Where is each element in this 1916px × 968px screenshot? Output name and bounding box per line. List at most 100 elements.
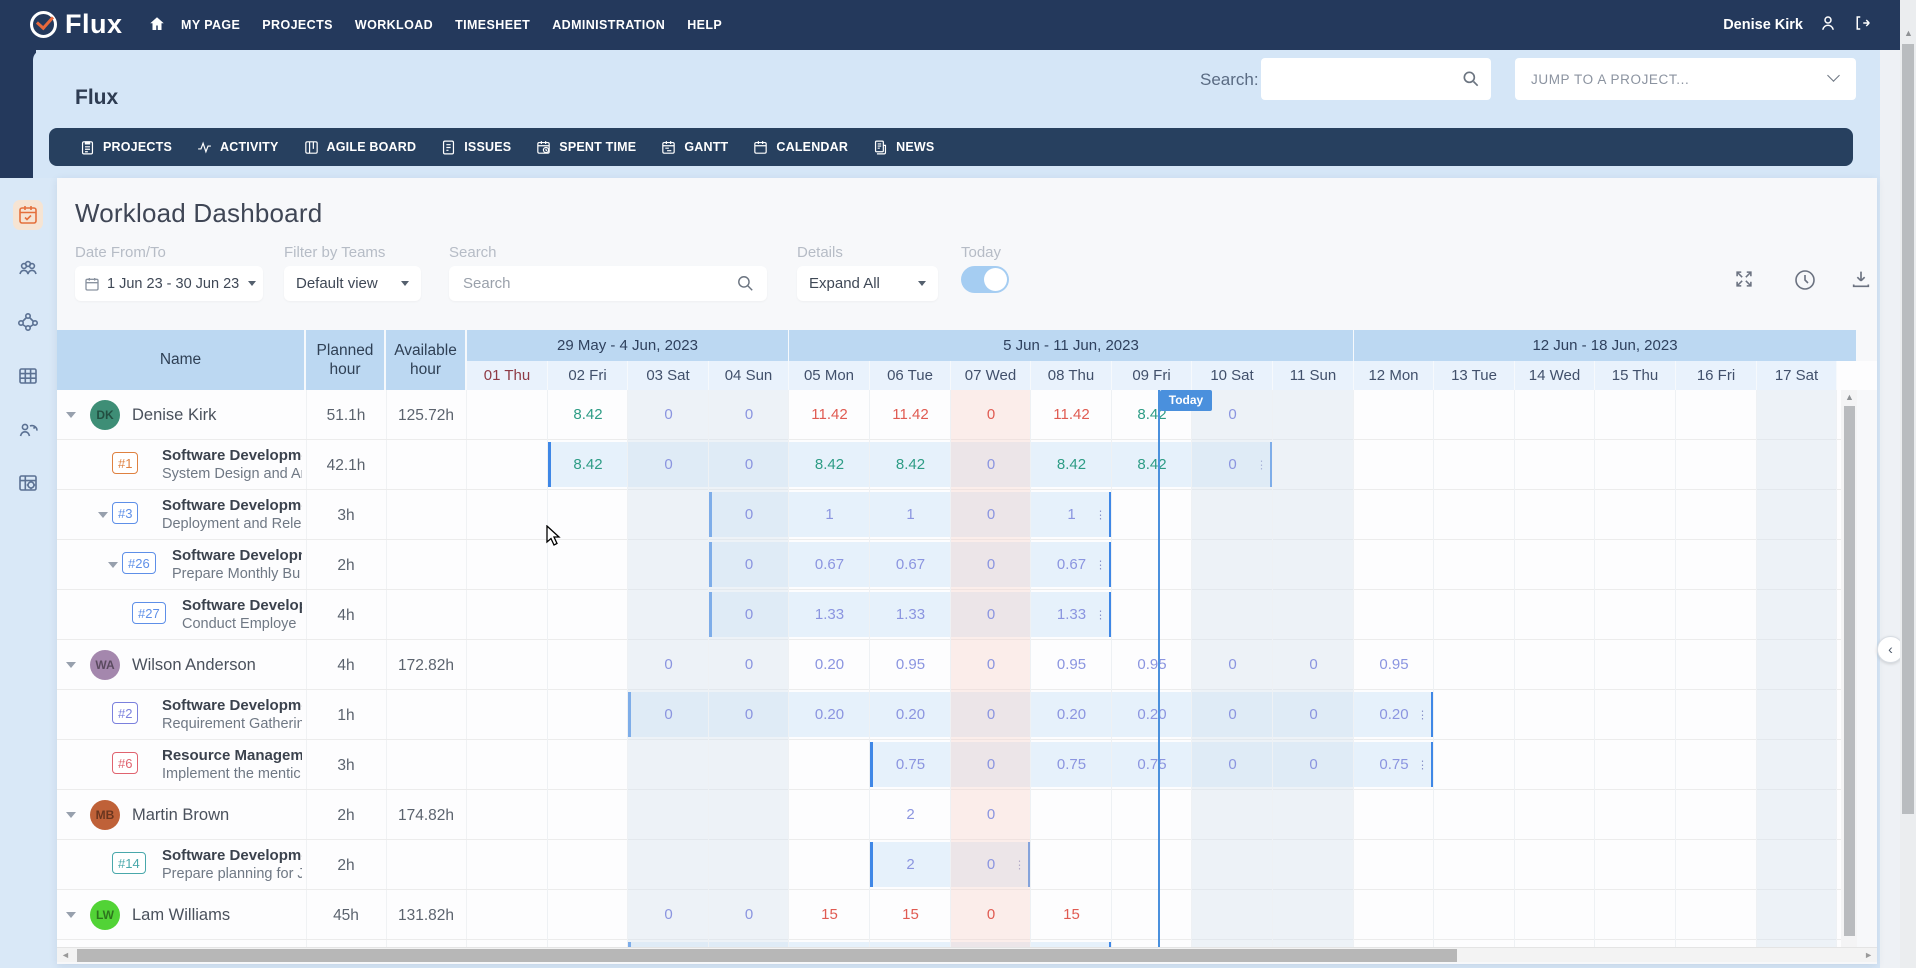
issue-title[interactable]: Resource Managemer	[162, 747, 302, 764]
person-name[interactable]: Martin Brown	[132, 806, 229, 825]
workload-cell[interactable]: 0	[951, 656, 1031, 673]
issue-tag[interactable]: #27	[132, 602, 166, 624]
nav-item-my-page[interactable]: MY PAGE	[181, 18, 240, 32]
workload-cell[interactable]: 15	[870, 906, 951, 923]
workload-cell[interactable]: 11.42	[789, 406, 870, 423]
workload-cell[interactable]: 0	[709, 656, 789, 673]
expand-caret[interactable]	[66, 662, 76, 668]
expand-caret[interactable]	[66, 812, 76, 818]
table-scrollbar[interactable]: ▲	[1841, 390, 1857, 947]
top-search-input[interactable]	[1261, 58, 1491, 100]
workload-cell[interactable]: 0	[709, 706, 789, 723]
expand-caret[interactable]	[66, 412, 76, 418]
fullscreen-icon[interactable]	[1733, 268, 1755, 295]
page-scrollbar[interactable]: ▲	[1900, 0, 1916, 968]
user-name[interactable]: Denise Kirk	[1723, 17, 1803, 33]
tab-projects[interactable]: PROJECTS	[79, 139, 172, 156]
workload-cell[interactable]: 0	[1192, 456, 1273, 473]
workload-cell[interactable]: 0	[709, 456, 789, 473]
workload-cell[interactable]: 1	[870, 506, 951, 523]
workload-cell[interactable]: 0	[709, 406, 789, 423]
workload-cell[interactable]: 8.42	[789, 456, 870, 473]
tab-spent-time[interactable]: SPENT TIME	[535, 139, 636, 156]
workload-cell[interactable]: 0	[951, 906, 1031, 923]
nav-item-timesheet[interactable]: TIMESHEET	[455, 18, 530, 32]
horizontal-scrollbar-thumb[interactable]	[77, 949, 1457, 962]
tab-calendar[interactable]: CALENDAR	[752, 139, 848, 156]
workload-cell[interactable]: 0	[709, 906, 789, 923]
flux-logo[interactable]: Flux	[30, 9, 123, 40]
issue-tag[interactable]: #6	[112, 752, 139, 774]
workload-cell[interactable]: 0.20	[1354, 706, 1434, 723]
workload-cell[interactable]: 0	[951, 556, 1031, 573]
person-name[interactable]: Wilson Anderson	[132, 656, 256, 675]
expand-caret[interactable]	[66, 912, 76, 918]
issue-tag[interactable]: #2	[112, 702, 139, 724]
project-network-icon[interactable]	[13, 307, 43, 337]
workload-cell[interactable]: 15	[789, 906, 870, 923]
table-icon[interactable]	[13, 361, 43, 391]
expand-caret[interactable]	[108, 562, 118, 568]
workload-cell[interactable]: 0	[1273, 706, 1354, 723]
person-name[interactable]: Lam Williams	[132, 906, 230, 925]
workload-cell[interactable]: 0.95	[1112, 656, 1192, 673]
logout-icon[interactable]	[1853, 14, 1872, 37]
today-toggle[interactable]	[961, 266, 1009, 293]
workload-cell[interactable]: 0.67	[789, 556, 870, 573]
issue-title[interactable]: Software Developmen	[162, 847, 302, 864]
issue-title[interactable]: Software Developmen	[162, 497, 302, 514]
workload-cell[interactable]: 0.75	[1354, 756, 1434, 773]
workload-cell[interactable]: 0	[1273, 756, 1354, 773]
workload-cell[interactable]: 0	[628, 406, 709, 423]
history-icon[interactable]	[1793, 268, 1817, 297]
user-icon[interactable]	[1819, 14, 1837, 37]
tab-activity[interactable]: ACTIVITY	[196, 139, 279, 156]
issue-tag[interactable]: #14	[112, 852, 146, 874]
workload-cell[interactable]: 0.95	[870, 656, 951, 673]
workload-cell[interactable]: 0.75	[1031, 756, 1112, 773]
issue-tag[interactable]: #1	[112, 452, 139, 474]
workload-cell[interactable]: 0	[628, 906, 709, 923]
workload-cell[interactable]: 1.33	[789, 606, 870, 623]
nav-item-administration[interactable]: ADMINISTRATION	[552, 18, 665, 32]
teams-icon[interactable]	[13, 254, 43, 284]
person-dashboard-icon[interactable]	[13, 414, 43, 444]
workload-cell[interactable]: 0	[951, 856, 1031, 873]
workload-cell[interactable]: 0	[709, 506, 789, 523]
workload-cell[interactable]: 8.42	[548, 456, 628, 473]
workload-cell[interactable]: 0	[951, 406, 1031, 423]
workload-cell[interactable]: 0	[951, 706, 1031, 723]
workload-cell[interactable]: 0	[951, 756, 1031, 773]
details-select[interactable]: Expand All	[797, 266, 938, 301]
workload-cell[interactable]: 8.42	[1112, 456, 1192, 473]
tab-gantt[interactable]: GANTT	[660, 139, 728, 156]
tab-news[interactable]: NEWS	[872, 139, 934, 156]
workload-cell[interactable]: 1.33	[870, 606, 951, 623]
workload-cell[interactable]: 0.75	[1112, 756, 1192, 773]
nav-item-projects[interactable]: PROJECTS	[262, 18, 333, 32]
workload-cell[interactable]: 0.20	[1112, 706, 1192, 723]
page-scrollbar-thumb[interactable]	[1902, 44, 1914, 814]
workload-cell[interactable]: 0.95	[1031, 656, 1112, 673]
horizontal-scrollbar[interactable]: ◄ ►	[57, 947, 1877, 962]
nav-item-workload[interactable]: WORKLOAD	[355, 18, 433, 32]
workload-cell[interactable]: 0	[709, 556, 789, 573]
issue-title[interactable]: Software Developmen	[162, 447, 302, 464]
workload-cell[interactable]: 11.42	[1031, 406, 1112, 423]
download-icon[interactable]	[1850, 268, 1872, 295]
nav-item-help[interactable]: HELP	[687, 18, 722, 32]
workload-cell[interactable]: 0	[1192, 656, 1273, 673]
workload-cell[interactable]: 0	[951, 606, 1031, 623]
workload-cell[interactable]: 0	[1273, 656, 1354, 673]
table-scrollbar-thumb[interactable]	[1844, 406, 1855, 936]
workload-cell[interactable]: 0	[951, 506, 1031, 523]
workload-cell[interactable]: 1.33	[1031, 606, 1112, 623]
workload-cell[interactable]: 0.75	[870, 756, 951, 773]
workload-cell[interactable]: 0	[628, 456, 709, 473]
workload-cell[interactable]: 0	[709, 606, 789, 623]
workload-cell[interactable]: 0.20	[789, 656, 870, 673]
workload-calendar-icon[interactable]	[13, 200, 43, 230]
date-range-select[interactable]: 1 Jun 23 - 30 Jun 23	[75, 266, 263, 301]
workload-cell[interactable]: 0.67	[870, 556, 951, 573]
issue-title[interactable]: Software Developm	[172, 547, 302, 564]
